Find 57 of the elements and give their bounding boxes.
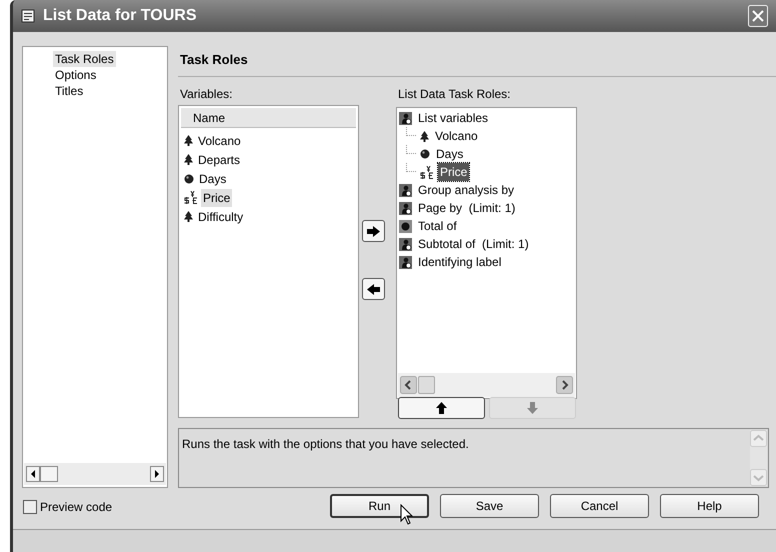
nav-item[interactable]: Titles (53, 83, 86, 99)
role-variable-item[interactable]: Days (434, 145, 466, 163)
column-header[interactable]: Name (181, 108, 356, 128)
cursor-icon (400, 504, 414, 526)
window-title: List Data for TOURS (43, 6, 196, 26)
ball-icon (184, 174, 194, 184)
role-item[interactable]: Group analysis by (417, 181, 516, 199)
dialog-button[interactable]: Help (660, 494, 759, 518)
move-up-button[interactable] (398, 397, 485, 419)
variables-label: Variables: (180, 86, 232, 103)
role-item[interactable]: Total of (417, 217, 458, 235)
tree-icon (184, 135, 193, 146)
role-variable-item[interactable]: Volcano (433, 127, 480, 145)
nav-item[interactable]: Options (53, 67, 98, 83)
dialog-button[interactable]: Cancel (550, 494, 649, 518)
document-icon (21, 9, 35, 23)
description-text: Runs the task with the options that you have selected. (182, 436, 469, 453)
role-item[interactable]: List variables (417, 109, 490, 127)
role-item[interactable]: Identifying label (417, 253, 502, 271)
up-arrow-icon (436, 402, 447, 414)
role-icon (399, 112, 412, 124)
role-icon (399, 238, 412, 250)
variable-item[interactable]: Difficulty (196, 208, 246, 226)
close-icon[interactable] (748, 5, 768, 27)
role-item[interactable]: Page by (Limit: 1) (417, 199, 516, 217)
scroll-thumb[interactable] (418, 376, 435, 394)
ball-icon (420, 149, 430, 159)
down-arrow-icon (527, 402, 538, 414)
role-icon (399, 184, 412, 196)
tree-icon (420, 130, 429, 142)
currency-icon (184, 191, 198, 204)
variable-item[interactable]: Days (197, 170, 228, 188)
tree-icon (184, 211, 193, 222)
left-arrow-icon (367, 284, 380, 294)
checkbox[interactable] (23, 500, 37, 514)
role-icon (399, 202, 412, 214)
currency-icon (420, 166, 434, 178)
role-variable-item[interactable]: Price (438, 163, 470, 181)
dialog-button[interactable]: Run (330, 494, 429, 518)
add-button[interactable] (362, 220, 385, 242)
section-title: Task Roles (180, 51, 248, 69)
role-item[interactable]: Subtotal of (Limit: 1) (417, 235, 530, 253)
role-icon (399, 220, 412, 232)
dialog-button[interactable]: Save (440, 494, 539, 518)
horizontal-scrollbar[interactable] (398, 373, 575, 397)
variable-item[interactable]: Volcano (196, 132, 243, 150)
variable-item[interactable]: Departs (196, 150, 242, 168)
role-icon (399, 256, 412, 268)
nav-item[interactable]: Task Roles (53, 51, 116, 67)
variable-item[interactable]: Price (201, 188, 232, 206)
checkbox-label[interactable]: Preview code (40, 498, 112, 516)
scroll-thumb[interactable] (40, 466, 58, 482)
tree-icon (184, 154, 193, 165)
horizontal-scrollbar[interactable] (24, 463, 166, 485)
remove-button[interactable] (362, 278, 385, 300)
right-arrow-icon (367, 226, 380, 236)
task-roles-label: List Data Task Roles: (398, 86, 510, 103)
